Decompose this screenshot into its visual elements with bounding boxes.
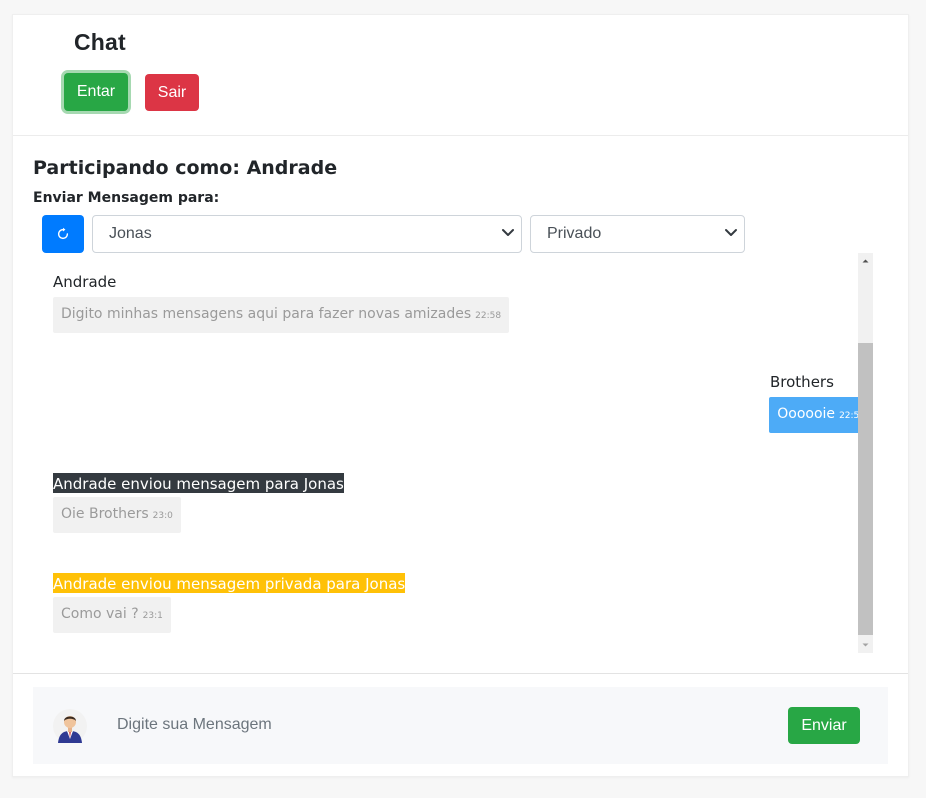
chat-header: Chat Entar Sair xyxy=(13,15,908,136)
recipient-select[interactable]: Jonas xyxy=(92,215,522,253)
recipient-value: Jonas xyxy=(109,225,152,242)
send-button[interactable]: Enviar xyxy=(788,707,860,744)
chevron-down-icon xyxy=(502,229,514,236)
message-time: 22:58 xyxy=(475,311,502,321)
arrow-up-icon xyxy=(862,259,869,263)
message-composer: Enviar xyxy=(33,687,888,764)
refresh-button[interactable] xyxy=(42,215,84,253)
message-time: 23:1 xyxy=(142,611,163,621)
message-text: Como vai ? xyxy=(61,606,139,622)
exit-button[interactable]: Sair xyxy=(145,74,199,111)
message-time: 23:0 xyxy=(152,511,173,521)
enter-button[interactable]: Entar xyxy=(64,73,128,111)
scroll-up-arrow[interactable] xyxy=(858,253,873,269)
message-sender-highlight: Andrade enviou mensagem privada para Jon… xyxy=(53,573,406,593)
send-to-label: Enviar Mensagem para: xyxy=(33,190,220,206)
chat-card: Chat Entar Sair Participando como: Andra… xyxy=(12,14,909,777)
message-bubble: Digito minhas mensagens aqui para fazer … xyxy=(53,297,510,333)
chevron-down-icon xyxy=(725,229,737,236)
message-text: Oie Brothers xyxy=(61,506,149,522)
message-sender-highlight: Andrade enviou mensagem para Jonas xyxy=(53,473,344,493)
message-input[interactable] xyxy=(105,703,765,747)
scroll-thumb[interactable] xyxy=(858,343,873,635)
visibility-select[interactable]: Privado xyxy=(530,215,745,253)
message-text: Oooooie xyxy=(777,406,836,422)
message-list: Andrade Digito minhas mensagens aqui par… xyxy=(33,253,873,653)
message-bubble: Oie Brothers 23:0 xyxy=(53,497,181,533)
refresh-icon xyxy=(57,227,69,240)
scroll-down-arrow[interactable] xyxy=(858,637,873,653)
arrow-down-icon xyxy=(862,643,869,647)
user-avatar-icon xyxy=(53,709,87,743)
participant-label: Participando como: Andrade xyxy=(33,157,338,179)
message-bubble: Como vai ? 23:1 xyxy=(53,597,171,633)
message-sender: Andrade xyxy=(53,273,117,291)
message-text: Digito minhas mensagens aqui para fazer … xyxy=(61,306,472,322)
divider xyxy=(13,673,908,674)
page-title: Chat xyxy=(74,29,126,55)
message-scrollbar[interactable] xyxy=(858,253,873,653)
visibility-value: Privado xyxy=(547,225,602,242)
